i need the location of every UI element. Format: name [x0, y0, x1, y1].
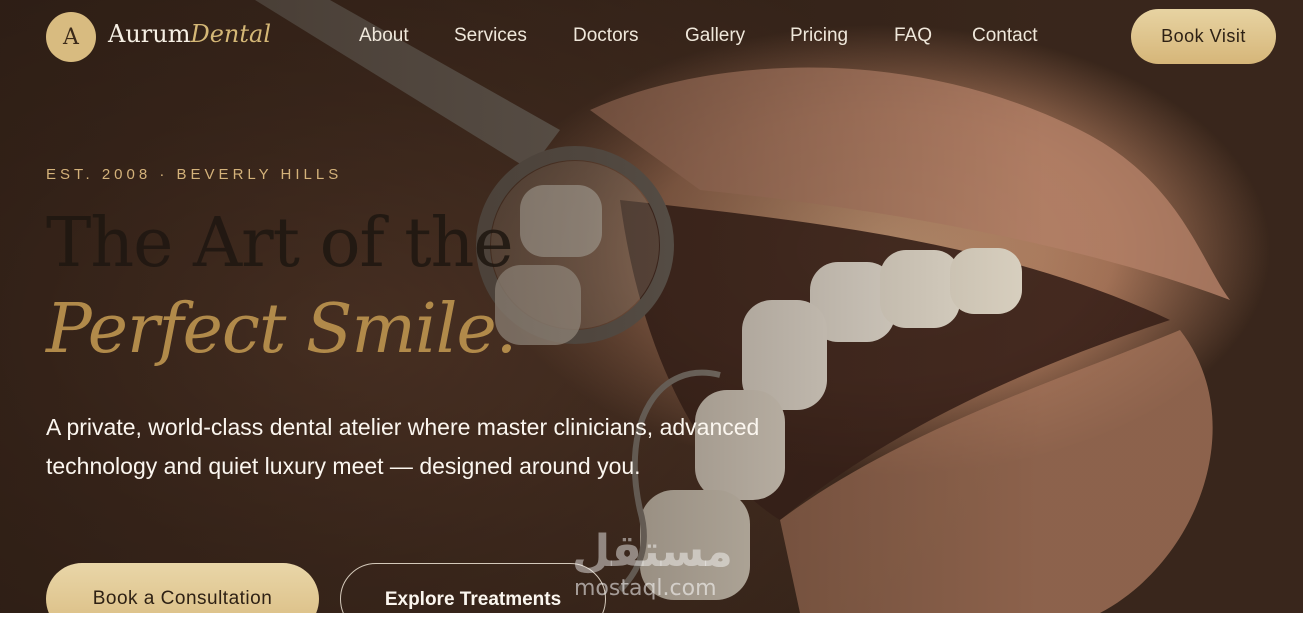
hero-headline-line2: Perfect Smile. — [46, 290, 517, 369]
hero-eyebrow: EST. 2008 · BEVERLY HILLS — [46, 166, 343, 183]
book-consultation-button[interactable]: Book a Consultation — [46, 563, 319, 613]
book-visit-button[interactable]: Book Visit — [1131, 9, 1276, 64]
logo-wordmark[interactable]: AurumDental — [108, 20, 271, 48]
nav-link-about[interactable]: About — [359, 25, 409, 47]
nav-link-faq[interactable]: FAQ — [894, 25, 932, 47]
nav-link-pricing[interactable]: Pricing — [790, 25, 848, 47]
top-navigation: A AurumDental About Services Doctors Gal… — [0, 0, 1303, 74]
hero-headline-line1: The Art of the — [46, 204, 514, 283]
hero-lead-text: A private, world-class dental atelier wh… — [46, 414, 760, 479]
explore-treatments-label: Explore Treatments — [384, 589, 562, 610]
nav-link-gallery[interactable]: Gallery — [685, 25, 745, 47]
logo-mark[interactable]: A — [46, 12, 96, 62]
hero-section: A AurumDental About Services Doctors Gal… — [0, 0, 1303, 613]
nav-link-services[interactable]: Services — [454, 25, 527, 47]
watermark-latin: mostaql.com — [574, 576, 717, 601]
book-consultation-label: Book a Consultation — [92, 588, 273, 609]
explore-treatments-button[interactable]: Explore Treatments — [340, 563, 606, 613]
logo-mark-letter: A — [63, 24, 79, 50]
nav-link-doctors[interactable]: Doctors — [573, 25, 638, 47]
watermark-arabic: مستقل — [572, 526, 733, 577]
nav-link-contact[interactable]: Contact — [972, 25, 1037, 47]
logo-name-accent: Dental — [190, 20, 272, 48]
logo-name: Aurum — [108, 20, 191, 48]
